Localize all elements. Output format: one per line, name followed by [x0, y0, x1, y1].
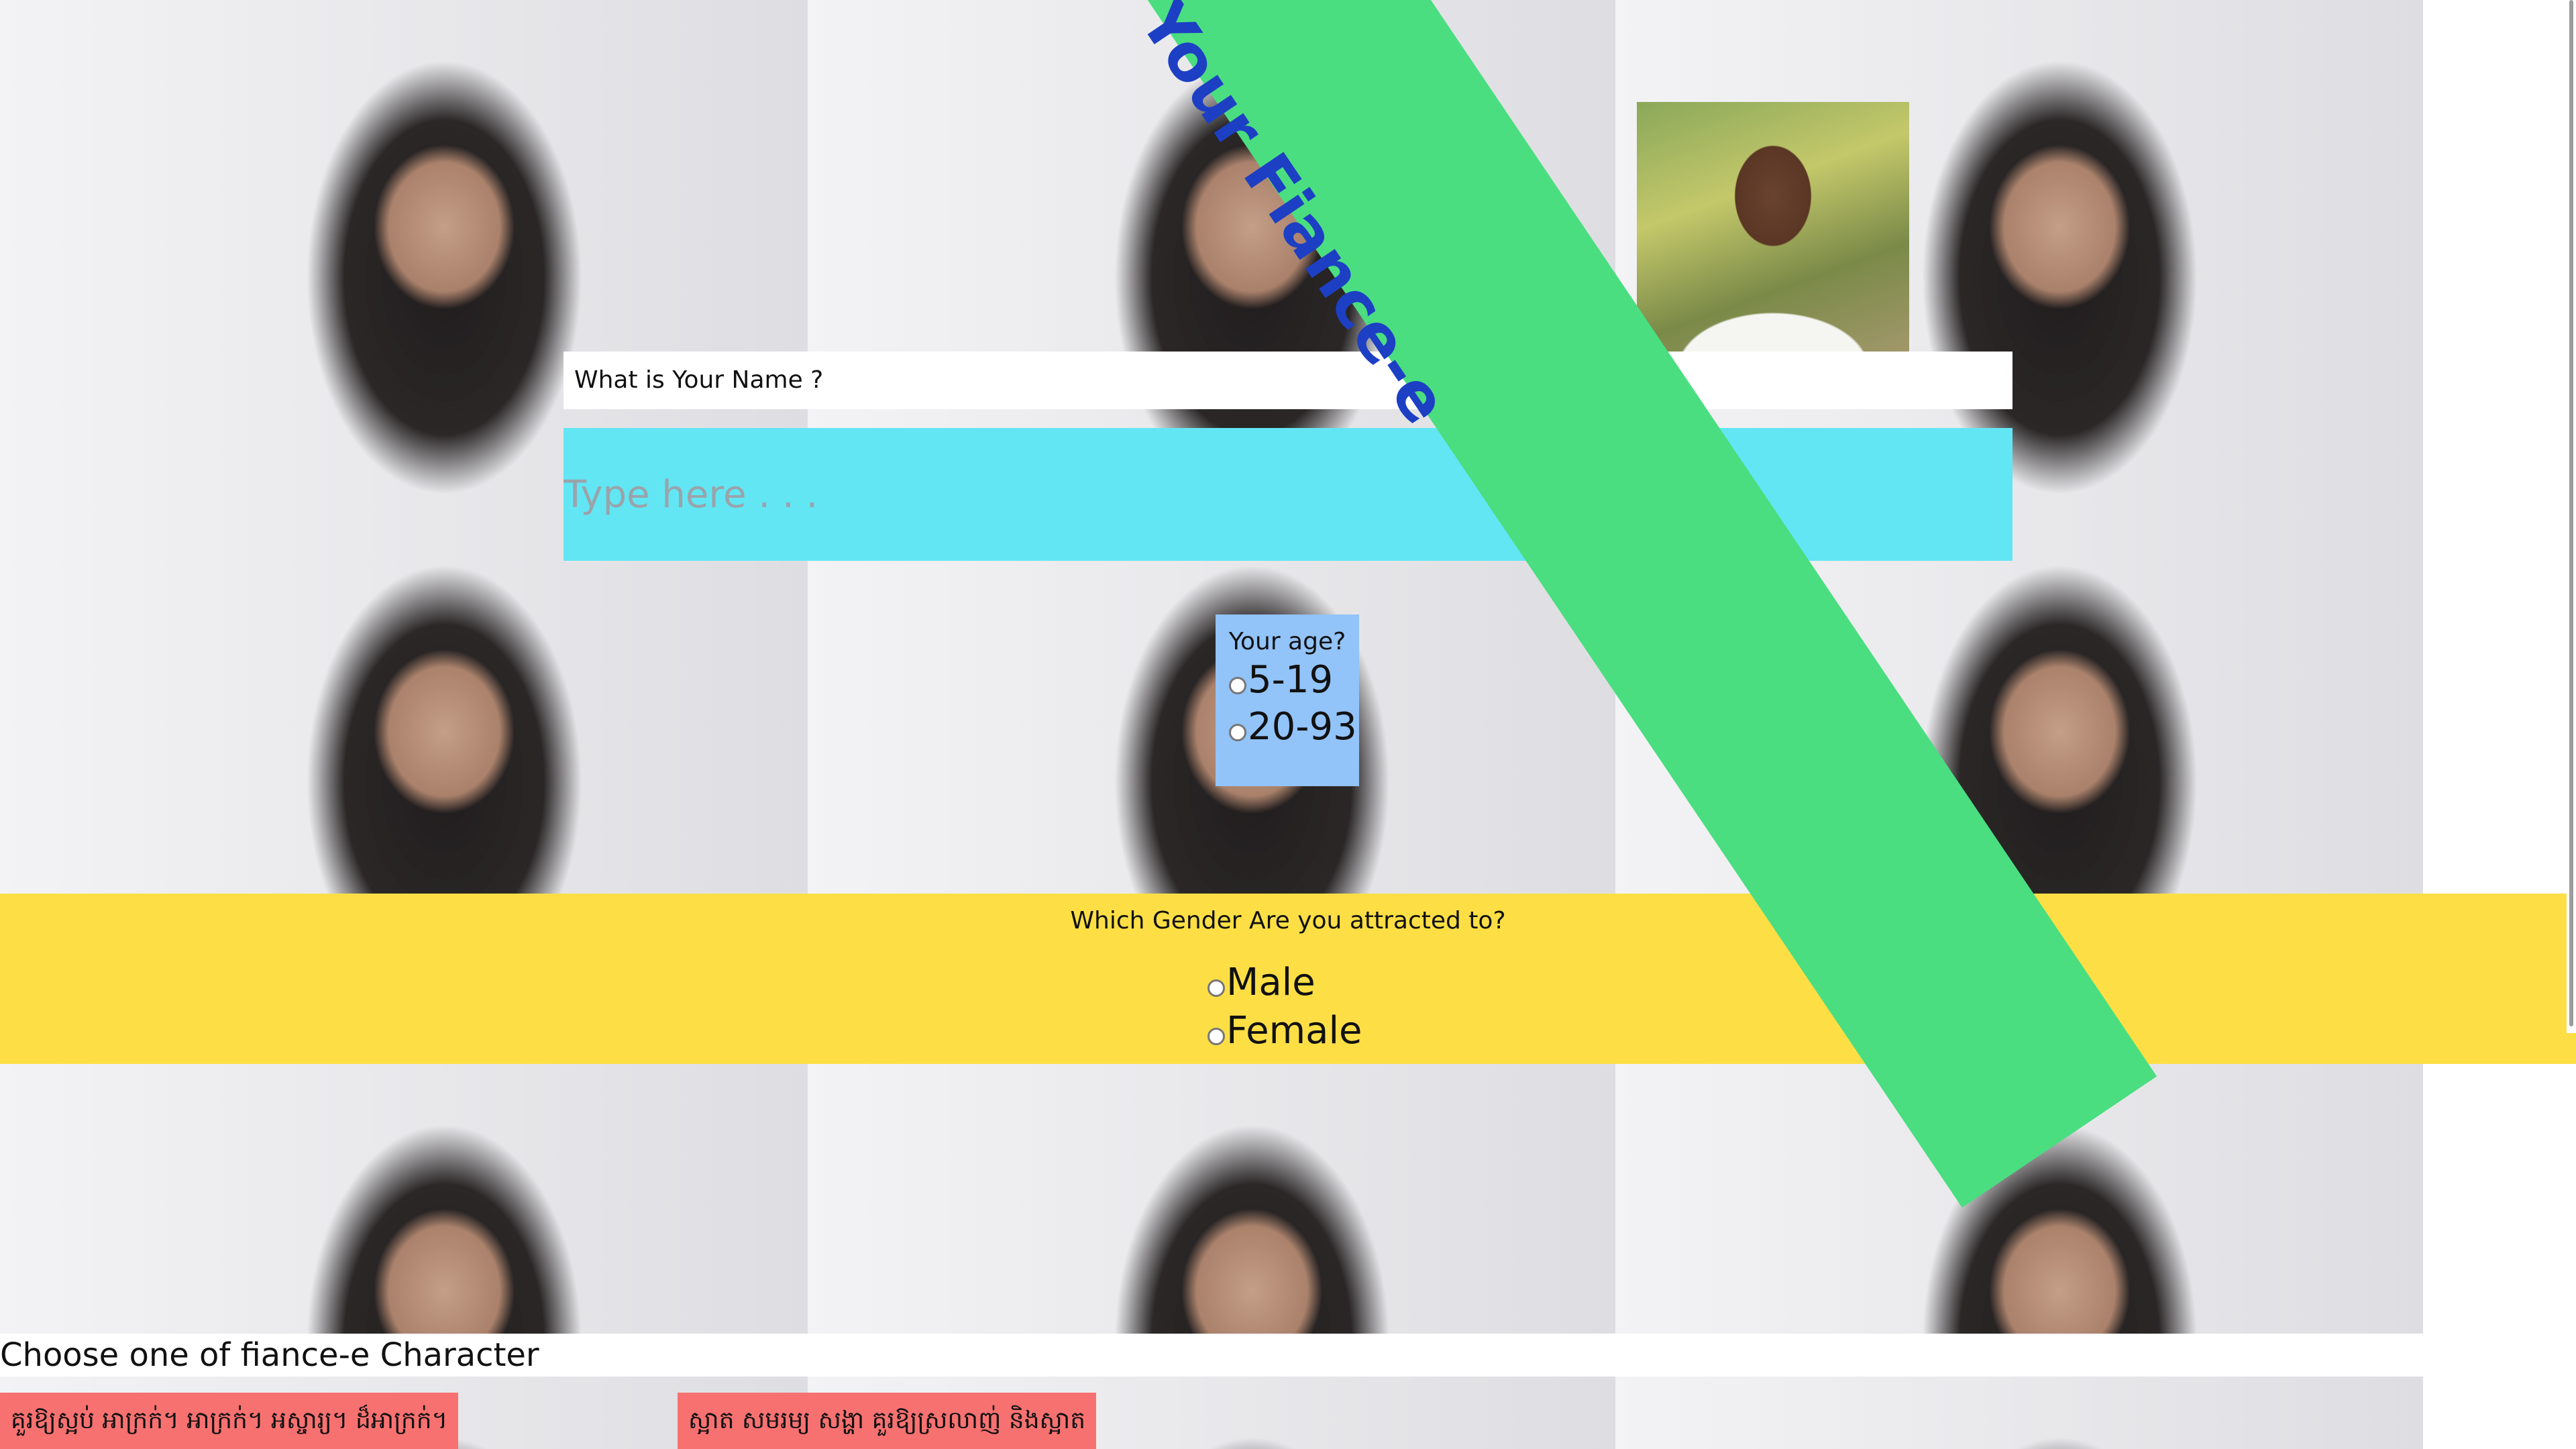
- age-option-label: 5-19: [1248, 657, 1334, 702]
- radio-button[interactable]: [1229, 724, 1246, 741]
- age-selector: Your age? 5-19 20-93: [1216, 614, 1359, 786]
- scrollbar-thumb[interactable]: [2569, 0, 2573, 1026]
- age-option-young[interactable]: 5-19: [1216, 655, 1359, 704]
- gender-option-male[interactable]: Male: [1208, 958, 1362, 1006]
- radio-button[interactable]: [1229, 677, 1246, 694]
- gender-option-female[interactable]: Female: [1208, 1006, 1362, 1055]
- character-option-button[interactable]: ស្អាត សមរម្យ សង្ហា គួរឱ្យស្រលាញ់ និងស្អា…: [678, 1393, 1097, 1449]
- age-question-label: Your age?: [1228, 628, 1346, 655]
- radio-button[interactable]: [1208, 979, 1225, 997]
- character-question-label: Choose one of fiance-e Character: [0, 1334, 2576, 1377]
- age-option-label: 20-93: [1248, 704, 1357, 749]
- gender-question-label: Which Gender Are you attracted to?: [1070, 907, 1506, 934]
- radio-button[interactable]: [1208, 1028, 1225, 1045]
- name-question-label: What is Your Name ?: [564, 352, 2012, 409]
- scrollbar[interactable]: [2567, 0, 2576, 1033]
- gender-option-label: Male: [1226, 960, 1316, 1004]
- age-option-adult[interactable]: 20-93: [1216, 702, 1359, 751]
- gender-option-label: Female: [1226, 1008, 1362, 1053]
- background-tile-row: [0, 504, 2423, 894]
- profile-photo: [1637, 102, 1909, 370]
- page-margin: [2423, 0, 2576, 1449]
- character-option-button[interactable]: គួរឱ្យស្អប់ អាក្រក់។ អាក្រក់។ អស្ចារ្យ។ …: [0, 1393, 459, 1449]
- gender-options: Male Female: [1208, 958, 1362, 1055]
